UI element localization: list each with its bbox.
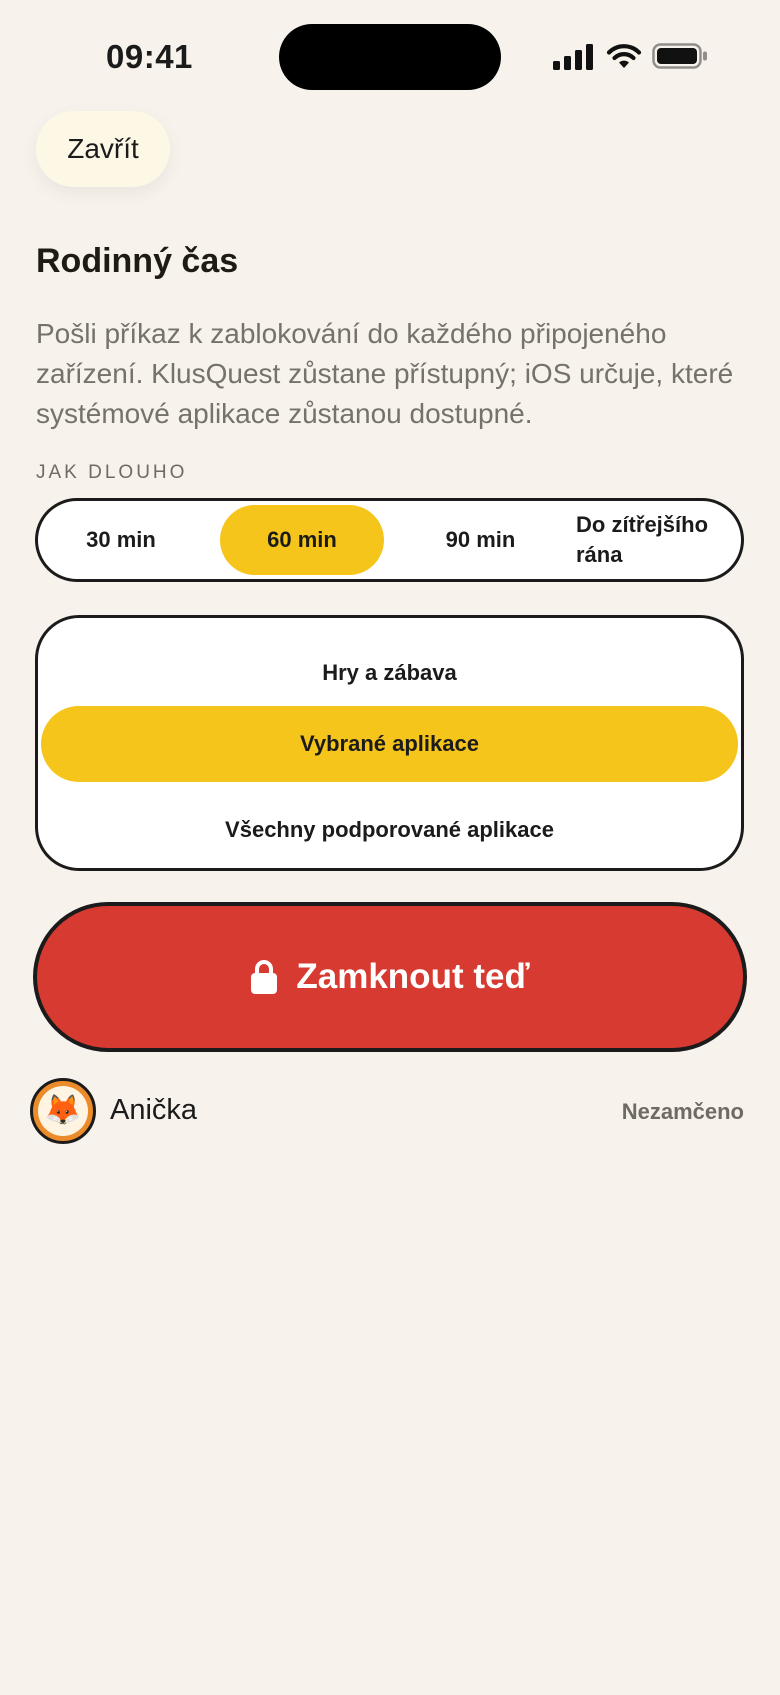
child-name: Anička — [110, 1094, 198, 1126]
lock-now-label: Zamknout teď — [296, 957, 530, 996]
duration-section-label: JAK DLOUHO — [36, 462, 188, 483]
close-button[interactable]: Zavřít — [36, 111, 170, 187]
duration-option-30[interactable]: 30 min — [46, 505, 196, 575]
battery-icon — [652, 43, 707, 69]
signal-icon — [553, 44, 593, 70]
lock-status-badge: Nezamčeno — [621, 1099, 744, 1124]
duration-selector: 30 min 60 min 90 min Do zítřejšího rána — [35, 498, 744, 582]
status-time: 09:41 — [106, 38, 193, 75]
lock-icon — [251, 960, 278, 994]
description-text: Pošli příkaz k zablokování do každého př… — [36, 318, 734, 429]
dynamic-island — [279, 24, 501, 90]
page-title: Rodinný čas — [36, 242, 239, 280]
app-scope-selector: Hry a zábava Vybrané aplikace Všechny po… — [35, 615, 744, 871]
wifi-icon — [606, 44, 642, 68]
scope-option-selected-apps[interactable]: Vybrané aplikace — [41, 706, 738, 782]
scope-option-games[interactable]: Hry a zábava — [41, 635, 738, 711]
scope-option-all-apps[interactable]: Všechny podporované aplikace — [41, 792, 738, 868]
duration-option-60[interactable]: 60 min — [220, 505, 384, 575]
fox-icon: 🦊 — [38, 1086, 88, 1136]
avatar: 🦊 — [30, 1078, 96, 1144]
lock-now-button[interactable]: Zamknout teď — [33, 902, 747, 1052]
duration-option-90[interactable]: 90 min — [398, 505, 563, 575]
duration-option-tomorrow[interactable]: Do zítřejšího rána — [576, 505, 736, 575]
